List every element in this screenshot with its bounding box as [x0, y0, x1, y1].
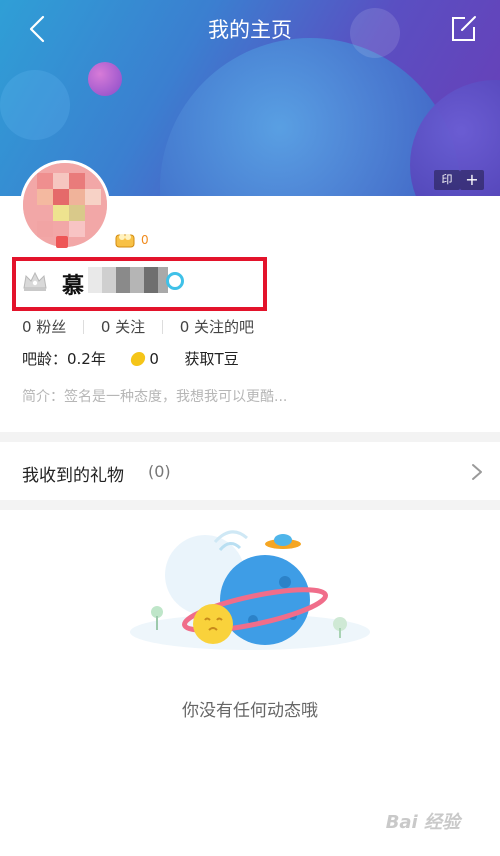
edit-button[interactable] — [448, 14, 478, 44]
bio-text[interactable]: 简介：签名是一种态度，我想我可以更酷... — [22, 386, 287, 406]
add-button[interactable]: + — [460, 170, 484, 190]
fans-count[interactable]: 0 粉丝 — [22, 318, 66, 336]
coin-count: 0 — [141, 233, 149, 247]
tdou-count: 0 — [149, 350, 159, 368]
stats-row: 0 粉丝 0 关注 0 关注的吧 — [22, 316, 254, 337]
profile-page: 我的主页 印 + 0 慕 0 粉丝 0 关注 0 关注的吧 吧龄：0.2年 0 … — [0, 0, 500, 856]
stats-divider — [161, 320, 163, 334]
get-tdou-link[interactable]: 获取T豆 — [185, 350, 239, 368]
tdou-icon — [130, 352, 147, 366]
empty-planet-illustration — [130, 530, 370, 650]
gifts-count: (0) — [148, 462, 171, 481]
received-gifts-row[interactable]: 我收到的礼物 (0) — [0, 445, 500, 500]
watermark-logo: Bai 经验 — [385, 812, 460, 833]
account-info-row: 吧龄：0.2年 0 获取T豆 — [22, 348, 239, 369]
stats-divider — [83, 320, 85, 334]
decor-bubble — [0, 70, 70, 140]
followed-bars-count[interactable]: 0 关注的吧 — [180, 318, 254, 336]
gifts-label: 我收到的礼物 — [22, 466, 124, 486]
chevron-right-icon — [472, 464, 482, 480]
following-count[interactable]: 0 关注 — [101, 318, 145, 336]
section-divider — [0, 500, 500, 510]
stamp-button[interactable]: 印 — [434, 170, 460, 190]
gift-icon — [56, 236, 68, 248]
page-title: 我的主页 — [208, 18, 292, 42]
name-highlight-box — [12, 257, 267, 311]
tcoin-icon — [114, 231, 136, 249]
bar-age: 吧龄：0.2年 — [22, 350, 106, 368]
decor-bubble — [88, 62, 122, 96]
section-divider — [0, 432, 500, 442]
empty-feed-message: 你没有任何动态哦 — [182, 701, 318, 721]
edit-icon — [452, 16, 476, 41]
